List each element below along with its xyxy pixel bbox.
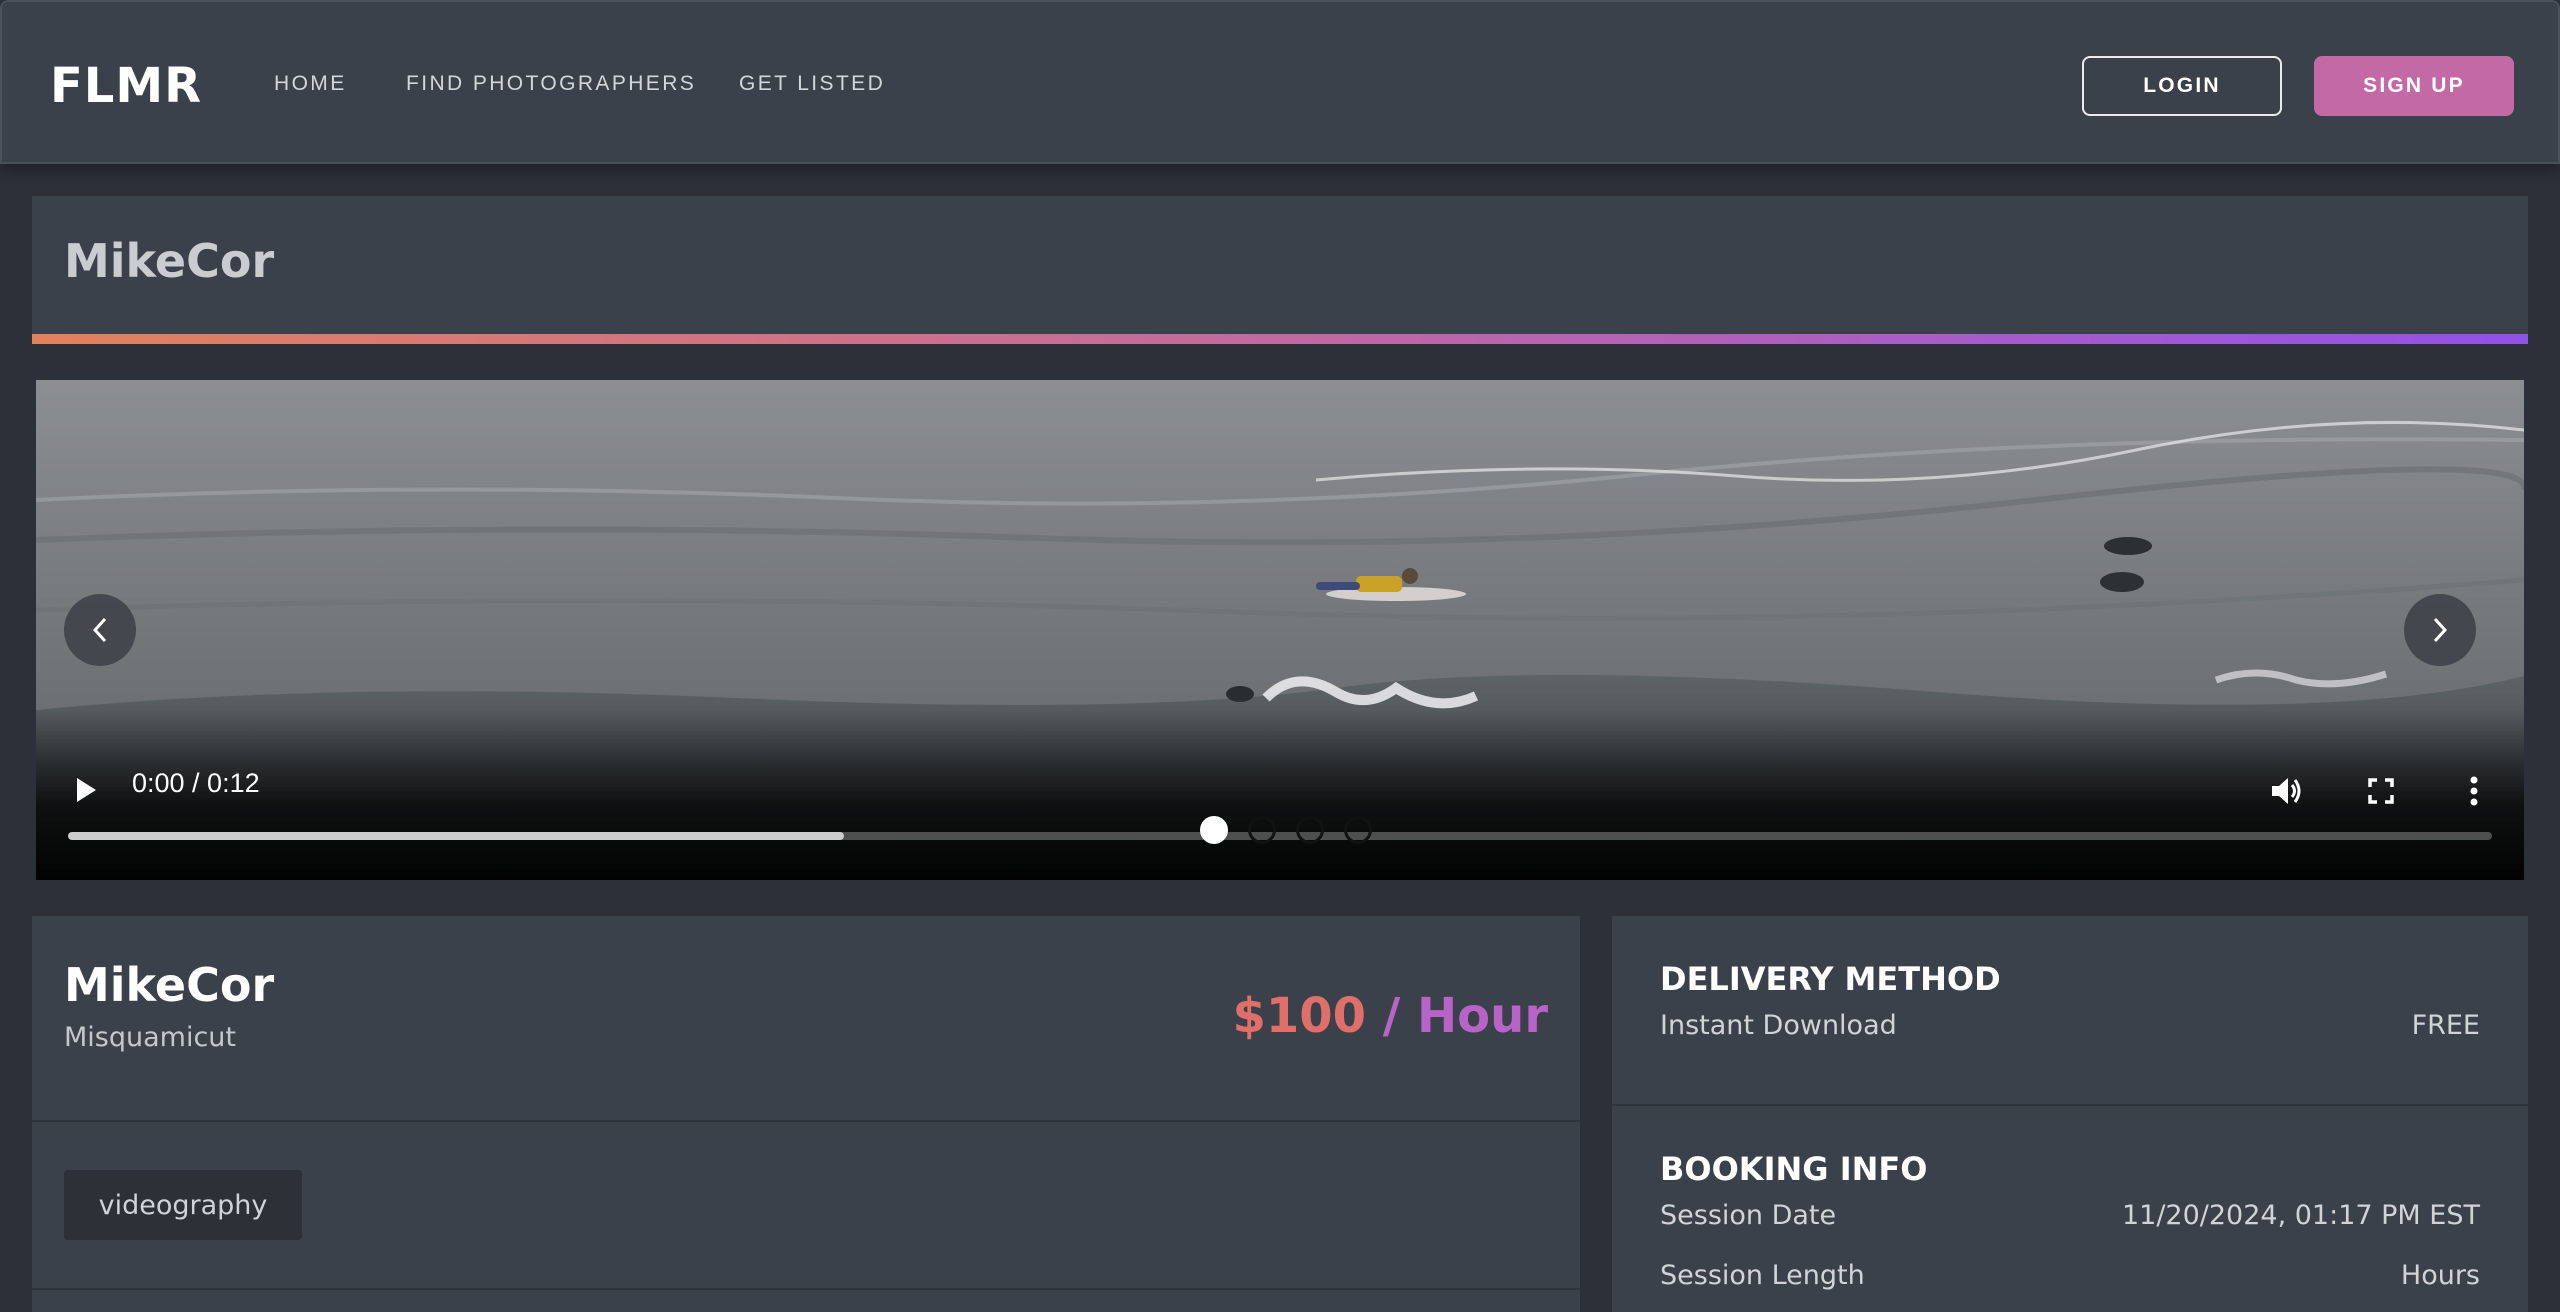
delivery-cost: FREE <box>2411 1010 2480 1041</box>
price-amount: $100 <box>1232 988 1367 1044</box>
carousel-indicators <box>1200 816 1372 844</box>
session-date-label: Session Date <box>1660 1200 1837 1231</box>
chevron-right-icon <box>2433 617 2448 643</box>
fullscreen-icon[interactable] <box>2358 768 2404 814</box>
time-display: 0:00 / 0:12 <box>132 768 260 798</box>
session-date-value: 11/20/2024, 01:17 PM EST <box>2121 1200 2480 1231</box>
session-length-label: Session Length <box>1660 1260 1865 1291</box>
booking-info-heading: BOOKING INFO <box>1660 1150 1928 1188</box>
sign-up-button[interactable]: SIGN UP <box>2314 56 2514 116</box>
nav-home[interactable]: HOME <box>274 72 347 96</box>
carousel-prev-button[interactable] <box>64 594 136 666</box>
listing-title: MikeCor <box>64 234 275 288</box>
photographer-name: MikeCor <box>64 958 275 1012</box>
hourly-rate: $100 / Hour <box>1232 988 1548 1044</box>
flmr-logo[interactable]: FLMR <box>50 58 202 114</box>
carousel-dot[interactable] <box>1344 816 1372 844</box>
nav-find-photographers[interactable]: FIND PHOTOGRAPHERS <box>406 72 696 96</box>
more-options-icon[interactable] <box>2454 768 2494 814</box>
delivery-method-value: Instant Download <box>1660 1010 1897 1041</box>
video-buffered-bar <box>68 832 844 840</box>
tag-videography[interactable]: videography <box>64 1170 302 1240</box>
volume-icon[interactable] <box>2264 768 2310 814</box>
login-button[interactable]: LOGIN <box>2082 56 2282 116</box>
carousel-dot[interactable] <box>1200 816 1228 844</box>
card-divider <box>1612 1104 2528 1106</box>
carousel-dot[interactable] <box>1296 816 1324 844</box>
carousel-next-button[interactable] <box>2404 594 2476 666</box>
price-unit: Hour <box>1417 988 1548 1044</box>
video-controls-shade <box>36 710 2524 880</box>
listing-title-card: MikeCor <box>32 196 2528 344</box>
chevron-left-icon <box>92 617 107 643</box>
delivery-method-heading: DELIVERY METHOD <box>1660 960 2001 998</box>
video-player[interactable]: 0:00 / 0:12 <box>36 380 2524 880</box>
photographer-info-card: MikeCor Misquamicut $100 / Hour videogra… <box>32 916 1580 1312</box>
nav-get-listed[interactable]: GET LISTED <box>739 72 885 96</box>
top-navbar: FLMR HOME FIND PHOTOGRAPHERS GET LISTED … <box>0 0 2560 164</box>
title-gradient-bar <box>32 334 2528 344</box>
session-length-value: Hours <box>2400 1260 2480 1291</box>
photographer-location: Misquamicut <box>64 1022 237 1053</box>
card-divider <box>32 1288 1580 1290</box>
play-icon[interactable] <box>66 770 106 810</box>
card-divider <box>32 1120 1580 1122</box>
booking-side-card: DELIVERY METHOD Instant Download FREE BO… <box>1612 916 2528 1312</box>
price-separator: / <box>1366 988 1417 1044</box>
carousel-dot[interactable] <box>1248 816 1276 844</box>
